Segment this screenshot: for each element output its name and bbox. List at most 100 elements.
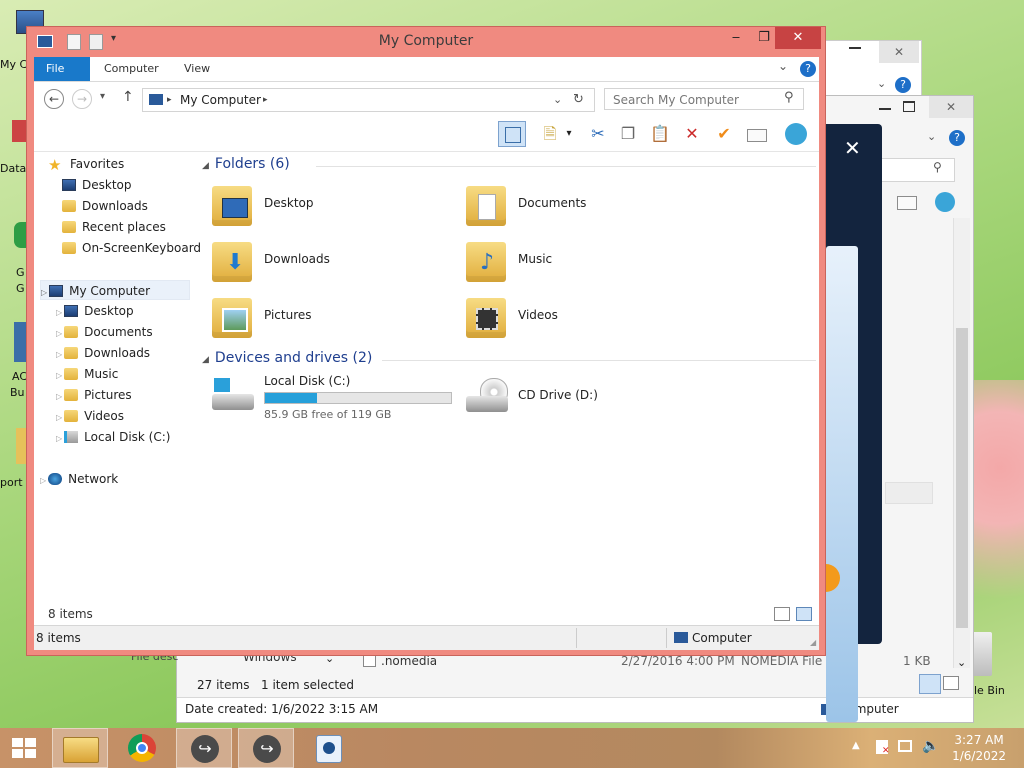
taskbar-app-3[interactable] [300,728,356,768]
nav-favorite-recent[interactable]: Recent places [62,217,166,237]
action-center-icon[interactable]: ✕ [876,740,890,756]
drive-tile-cd[interactable]: CD Drive (D:) [466,374,706,430]
chevron-right-icon[interactable]: ▸ [167,89,172,111]
delete-icon[interactable]: ✕ [680,123,704,145]
tiles-view-icon[interactable] [943,676,959,690]
file-name[interactable]: .nomedia [381,654,437,668]
maximize-icon[interactable] [903,101,915,112]
scroll-thumb[interactable] [956,328,968,628]
folder-tile-downloads[interactable]: ⬇ Downloads [212,238,452,288]
details-view-icon[interactable] [774,607,790,621]
shell-icon[interactable] [784,123,808,145]
taskbar-chrome[interactable] [114,728,170,768]
refresh-icon[interactable]: ↻ [573,89,584,111]
search-input[interactable]: Search My Computer [604,88,804,110]
properties-dropdown-icon[interactable]: ▾ [562,123,576,145]
taskbar-file-explorer[interactable] [52,728,108,768]
folder-tile-desktop[interactable]: Desktop [212,182,452,232]
forward-icon[interactable]: → [72,89,92,109]
search-icon[interactable]: ⚲ [933,160,942,174]
network-status-icon[interactable] [898,740,912,752]
folder-tile-videos[interactable]: Videos [466,294,706,344]
shell-icon[interactable] [935,192,955,212]
rename-check-icon[interactable]: ✔ [712,123,736,145]
tiles-view-icon[interactable] [796,607,812,621]
collapse-icon[interactable]: ◢ [202,355,209,365]
resize-grip-icon[interactable]: ◢ [810,638,816,647]
folder-desktop-icon[interactable] [16,428,26,464]
expand-arrow-icon[interactable]: ▷ [56,413,62,422]
properties-icon[interactable]: 🗎 [538,123,562,145]
copy-icon[interactable]: ❐ [616,123,640,145]
nav-favorites[interactable]: ★ Favorites [48,154,124,174]
nav-computer-videos[interactable]: ▷ Videos [56,406,124,426]
expand-arrow-icon[interactable]: ▷ [41,288,47,297]
taskbar-app-1[interactable]: ↪ [176,728,232,768]
start-button[interactable] [0,728,50,768]
minimize-button[interactable]: ‒ [721,27,751,49]
nav-favorite-downloads[interactable]: Downloads [62,196,148,216]
nav-computer-pictures[interactable]: ▷ Pictures [56,385,132,405]
taskbar-app-2[interactable]: ↪ [238,728,294,768]
nav-favorite-desktop[interactable]: Desktop [62,175,132,195]
system-clock[interactable]: 3:27 AM 1/6/2022 [952,732,1006,764]
close-icon[interactable]: ✕ [929,96,973,118]
chevron-right-icon[interactable]: ▸ [263,89,268,111]
close-icon[interactable]: ✕ [844,136,861,160]
nav-network[interactable]: ▷ Network [40,469,118,489]
back-icon[interactable]: ← [44,89,64,109]
expand-arrow-icon[interactable]: ▷ [56,392,62,401]
nav-computer-documents[interactable]: ▷ Documents [56,322,153,342]
layout-pane-icon[interactable] [498,121,526,147]
help-icon[interactable]: ? [949,130,965,146]
chevron-down-icon[interactable]: ⌄ [877,77,886,90]
nav-my-computer[interactable]: ▷ My Computer [40,280,190,300]
drives-group-header[interactable]: ◢ Devices and drives (2) [202,350,372,366]
scroll-down-icon[interactable]: ⌄ [957,656,966,669]
search-box[interactable] [877,158,955,182]
title-bar[interactable]: ▾ My Computer ‒ ❐ ✕ [27,27,825,57]
tab-view[interactable]: View [172,57,222,81]
nav-computer-desktop[interactable]: ▷ Desktop [56,301,134,321]
folder-tile-documents[interactable]: Documents [466,182,706,232]
properties-icon[interactable] [897,196,917,210]
expand-arrow-icon[interactable]: ▷ [56,371,62,380]
close-icon[interactable]: ✕ [879,41,919,63]
up-icon[interactable]: ↑ [122,89,134,105]
recent-locations-icon[interactable]: ▾ [100,91,105,102]
expand-arrow-icon[interactable]: ▷ [40,476,46,485]
folders-group-header[interactable]: ◢ Folders (6) [202,156,290,172]
collapse-icon[interactable]: ◢ [202,161,209,171]
nav-computer-downloads[interactable]: ▷ Downloads [56,343,150,363]
details-view-icon[interactable] [919,674,941,694]
paste-icon[interactable]: 📋 [648,123,672,145]
properties-panel-icon[interactable] [744,123,768,145]
close-button[interactable]: ✕ [775,27,821,49]
cut-icon[interactable]: ✂ [586,123,610,145]
minimize-icon[interactable] [879,108,891,110]
scrollbar[interactable] [953,218,970,668]
help-icon[interactable]: ? [800,61,816,77]
nav-computer-music[interactable]: ▷ Music [56,364,118,384]
folder-tile-music[interactable]: ♪ Music [466,238,706,288]
expand-arrow-icon[interactable]: ▷ [56,308,62,317]
nav-favorite-keyboard[interactable]: On-ScreenKeyboard [62,238,201,258]
expand-arrow-icon[interactable]: ▷ [56,434,62,443]
tab-computer[interactable]: Computer [92,57,171,81]
minimize-icon[interactable] [849,47,861,49]
expand-arrow-icon[interactable]: ▷ [56,329,62,338]
address-bar[interactable]: ▸ My Computer ▸ ⌄ ↻ [142,88,595,112]
search-icon[interactable]: ⚲ [784,90,794,105]
folder-tile-pictures[interactable]: Pictures [212,294,452,344]
data-desktop-icon[interactable] [12,120,26,142]
expand-ribbon-icon[interactable]: ⌄ [778,59,788,73]
volume-muted-icon[interactable]: 🔈 [922,738,939,754]
chevron-down-icon[interactable]: ⌄ [927,130,936,143]
tab-file[interactable]: File [34,57,90,81]
address-dropdown-icon[interactable]: ⌄ [553,89,562,111]
drive-tile-local-disk[interactable]: Local Disk (C:) 85.9 GB free of 119 GB [212,374,462,430]
expand-arrow-icon[interactable]: ▷ [56,350,62,359]
nav-computer-local-disk[interactable]: ▷ Local Disk (C:) [56,427,170,447]
help-icon[interactable]: ? [895,77,911,93]
show-hidden-icons[interactable]: ▲ [852,740,860,751]
